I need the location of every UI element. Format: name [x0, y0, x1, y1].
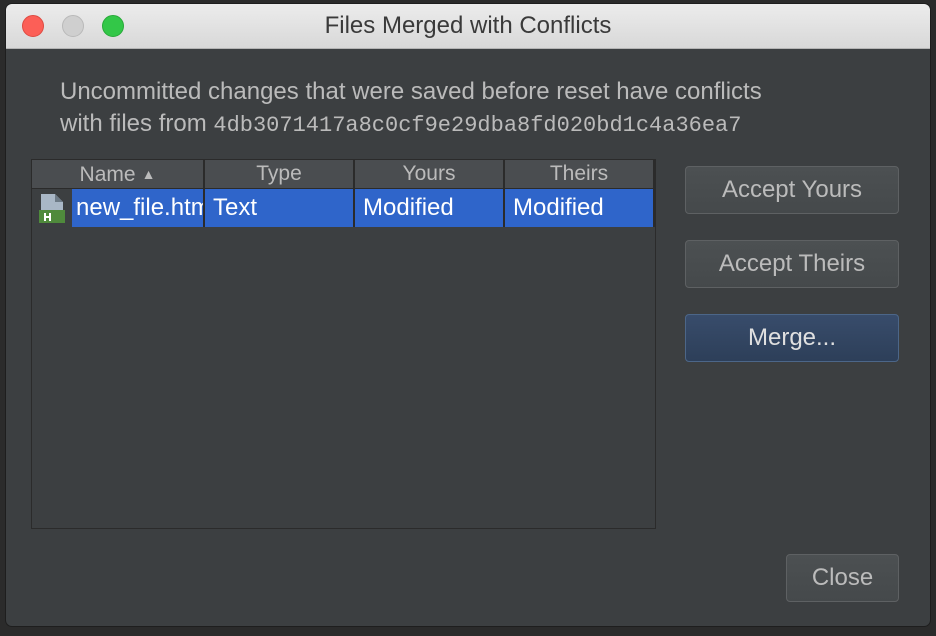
conflicts-dialog: Files Merged with Conflicts Uncommitted … [6, 4, 930, 626]
theirs-status-cell: Modified [505, 189, 655, 227]
message-prefix: with files from [60, 110, 214, 137]
message-line-2: with files from 4db3071417a8c0cf9e29dba8… [60, 108, 910, 142]
merge-button[interactable]: Merge... [685, 314, 899, 362]
table-header: Name ▲ Type Yours Theirs [32, 160, 655, 189]
table-row[interactable]: new_file.html Text Modified Modified [32, 189, 655, 227]
column-header-yours[interactable]: Yours [355, 160, 505, 188]
conflict-files-table: Name ▲ Type Yours Theirs new_file.html Te… [31, 159, 656, 529]
column-header-type[interactable]: Type [205, 160, 355, 188]
accept-yours-button[interactable]: Accept Yours [685, 166, 899, 214]
file-type-value: Text [205, 189, 355, 227]
window-title: Files Merged with Conflicts [324, 12, 612, 39]
column-header-theirs[interactable]: Theirs [505, 160, 655, 188]
accept-theirs-button[interactable]: Accept Theirs [685, 240, 899, 288]
column-header-name-label: Name [79, 163, 136, 186]
title-bar: Files Merged with Conflicts [6, 4, 930, 49]
file-type-cell [32, 189, 72, 227]
file-name-cell: new_file.html [72, 189, 205, 227]
close-button[interactable]: Close [786, 554, 899, 602]
column-header-name[interactable]: Name ▲ [32, 160, 205, 188]
commit-hash: 4db3071417a8c0cf9e29dba8fd020bd1c4a36ea7 [213, 113, 742, 138]
html-file-icon [39, 194, 65, 223]
conflict-message: Uncommitted changes that were saved befo… [60, 76, 910, 142]
message-line-1: Uncommitted changes that were saved befo… [60, 78, 762, 105]
sort-ascending-icon: ▲ [141, 166, 156, 182]
yours-status-cell: Modified [355, 189, 505, 227]
